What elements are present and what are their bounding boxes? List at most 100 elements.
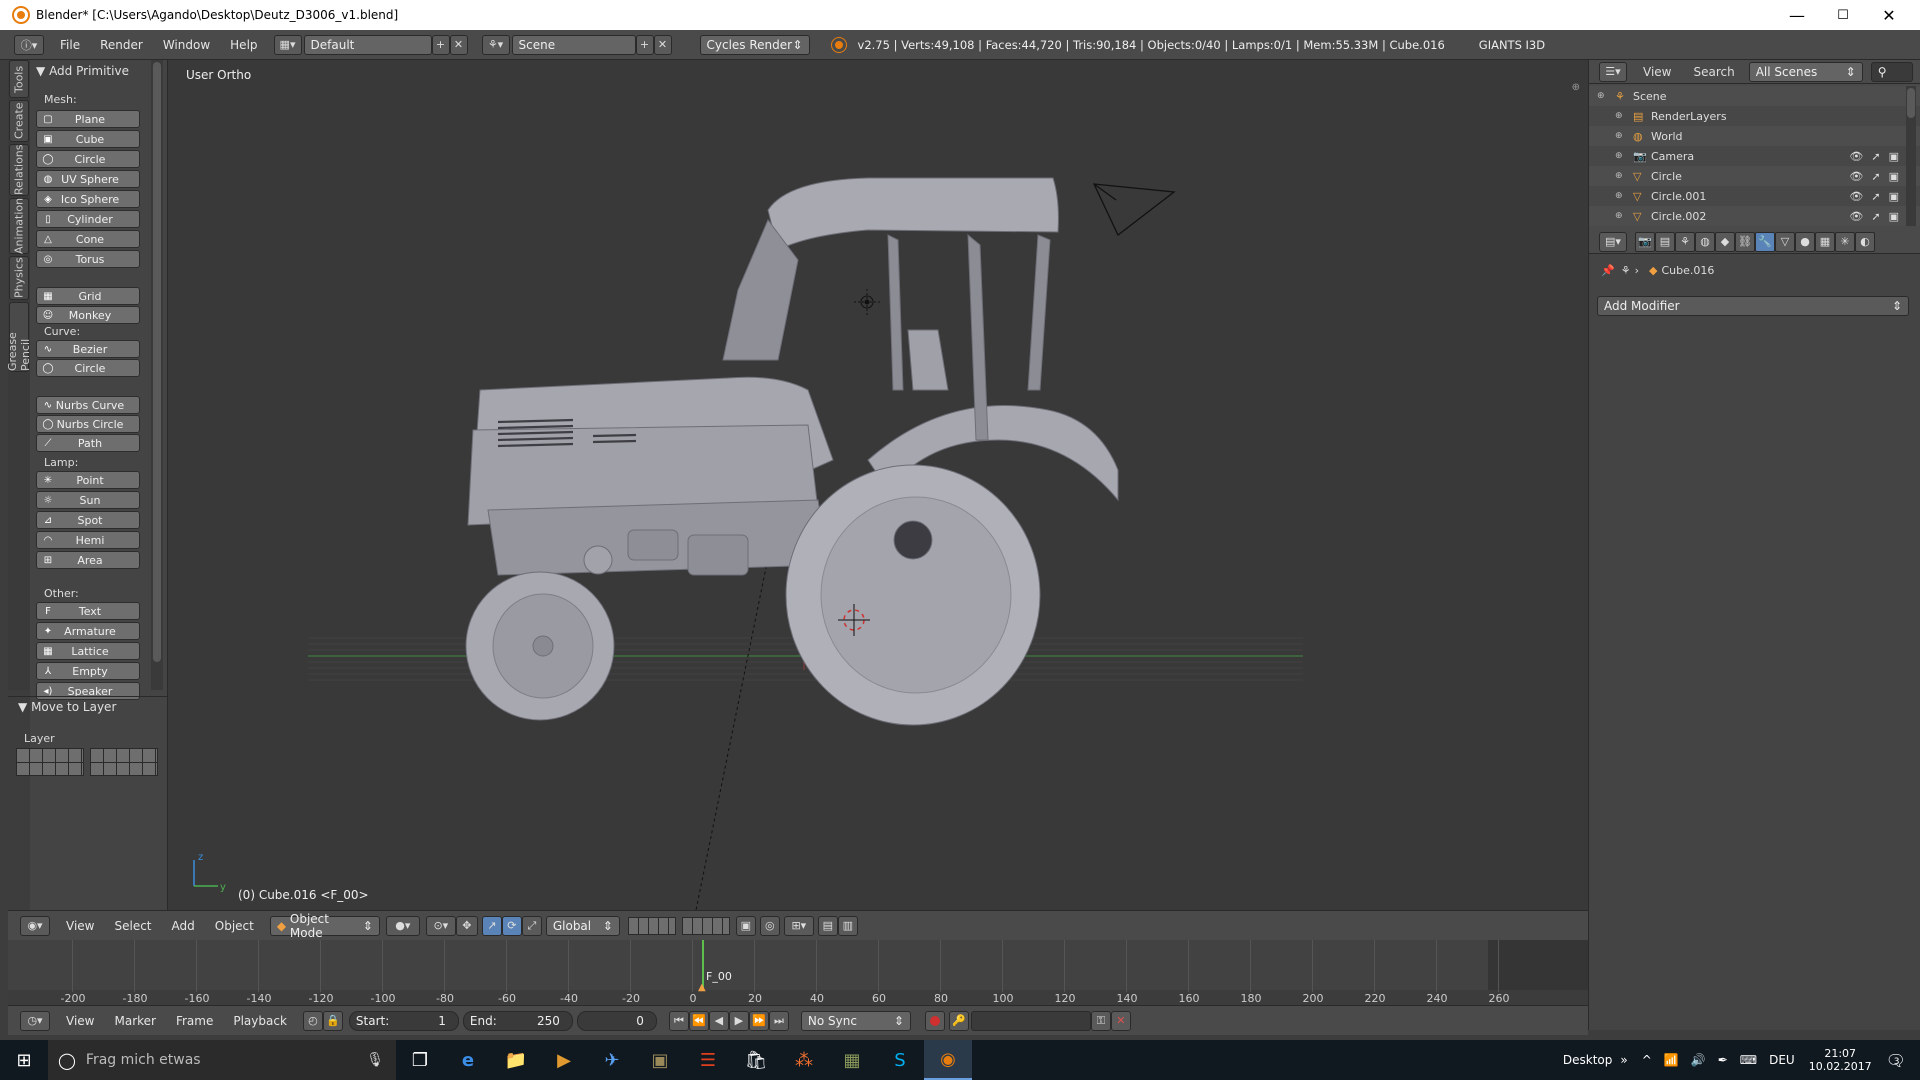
expand-toggle-icon[interactable]: ⊕ <box>1615 211 1627 221</box>
texture-tab-icon[interactable]: ▦ <box>1815 231 1835 252</box>
filezilla-icon[interactable]: ☰ <box>684 1040 732 1080</box>
play-reverse-icon[interactable]: ◀ <box>708 1010 729 1031</box>
timeline-menu-frame[interactable]: Frame <box>166 1014 223 1028</box>
insert-keyframe-icon[interactable]: ⚿ <box>1090 1010 1111 1031</box>
windows-start-icon[interactable]: ⊞ <box>0 1040 48 1080</box>
editor-type-timeline-icon[interactable]: ◷▾ <box>20 1010 50 1031</box>
scene-dropdown[interactable]: Scene <box>511 34 636 55</box>
add-scene-icon[interactable]: + <box>635 34 654 55</box>
microphone-icon[interactable]: 🎙 <box>366 1052 384 1068</box>
file-explorer-icon[interactable]: 📁 <box>492 1040 540 1080</box>
tab-grease-pencil[interactable]: Grease Pencil <box>6 302 32 372</box>
visibility-eye-icon[interactable]: 👁 <box>1849 150 1863 163</box>
toolshelf-scrollbar[interactable] <box>151 60 163 690</box>
view3d-menu-select[interactable]: Select <box>104 919 161 933</box>
nurbs-circle-button[interactable]: ◯ Nurbs Circle <box>36 415 140 433</box>
farming-sim-icon[interactable]: ▦ <box>828 1040 876 1080</box>
tab-physics[interactable]: Physics <box>9 256 29 300</box>
timeline-menu-marker[interactable]: Marker <box>104 1014 165 1028</box>
monkey-button[interactable]: ☺ Monkey <box>36 306 140 324</box>
expand-toggle-icon[interactable]: ⊕ <box>1615 111 1627 121</box>
editor-type-info-icon[interactable]: ⓘ▾ <box>14 34 44 55</box>
game-launcher-icon[interactable]: ▣ <box>636 1040 684 1080</box>
scene-selector-icon[interactable]: ⚘▾ <box>481 34 510 55</box>
editor-type-3d-icon[interactable]: ◉▾ <box>20 915 50 936</box>
add-modifier-dropdown[interactable]: Add Modifier ⇕ <box>1597 296 1909 316</box>
circle-button[interactable]: ◯ Circle <box>36 359 140 377</box>
armature-button[interactable]: ✦ Armature <box>36 622 140 640</box>
tab-animation[interactable]: Animation <box>9 198 29 254</box>
data-tab-icon[interactable]: ▽ <box>1775 231 1795 252</box>
circle-button[interactable]: ◯ Circle <box>36 150 140 168</box>
start-frame-field[interactable]: Start: 1 <box>348 1010 459 1031</box>
empty-button[interactable]: ⅄ Empty <box>36 662 140 680</box>
screen-layout-icon[interactable]: ▦▾ <box>273 34 302 55</box>
layer-block[interactable] <box>90 748 158 776</box>
nurbs-curve-button[interactable]: ∿ Nurbs Curve <box>36 396 140 414</box>
area-button[interactable]: ⊞ Area <box>36 551 140 569</box>
minimize-button[interactable]: — <box>1774 0 1820 30</box>
media-player-icon[interactable]: ▶ <box>540 1040 588 1080</box>
scale-manipulator-icon[interactable]: ⤢ <box>521 915 542 936</box>
particles-tab-icon[interactable]: ✳ <box>1835 231 1855 252</box>
scene-tab-icon[interactable]: ⚘ <box>1675 231 1695 252</box>
expand-toggle-icon[interactable]: ⊕ <box>1615 151 1627 161</box>
outliner-row[interactable]: ⊕ ◍ World <box>1589 126 1920 146</box>
active-keying-set-field[interactable] <box>970 1010 1091 1031</box>
maximize-button[interactable]: ☐ <box>1820 0 1866 30</box>
volume-icon[interactable]: 🔊 <box>1691 1053 1706 1067</box>
preview-range-icon[interactable]: ◴ <box>302 1010 323 1031</box>
speaker-button[interactable]: ◂) Speaker <box>36 682 140 700</box>
cube-button[interactable]: ▣ Cube <box>36 130 140 148</box>
selectability-cursor-icon[interactable]: ➚ <box>1871 150 1880 163</box>
menu-render[interactable]: Render <box>90 38 153 52</box>
menu-file[interactable]: File <box>50 38 90 52</box>
tab-create[interactable]: Create <box>9 100 29 142</box>
timeline-menu-view[interactable]: View <box>56 1014 104 1028</box>
editor-type-outliner-icon[interactable]: ☰▾ <box>1599 61 1627 82</box>
show-hidden-icons-chevron-icon[interactable]: ^ <box>1642 1053 1652 1067</box>
spot-button[interactable]: ⊿ Spot <box>36 511 140 529</box>
play-icon[interactable]: ▶ <box>728 1010 749 1031</box>
outliner-row[interactable]: ⊕ ▽ Circle.002 👁 ➚ ▣ <box>1589 206 1920 226</box>
selectability-cursor-icon[interactable]: ➚ <box>1871 190 1880 203</box>
menu-help[interactable]: Help <box>220 38 267 52</box>
orientation-dropdown[interactable]: Global ⇕ <box>545 915 620 936</box>
delete-keyframe-icon[interactable]: ✕ <box>1110 1010 1131 1031</box>
store-icon[interactable]: 🛍 <box>732 1040 780 1080</box>
view3d-menu-view[interactable]: View <box>56 919 104 933</box>
outliner-row[interactable]: ⊕ ▽ Circle.001 👁 ➚ ▣ <box>1589 186 1920 206</box>
chevron-double-right-icon[interactable]: » <box>1620 1053 1627 1067</box>
expand-toggle-icon[interactable]: ⊕ <box>1597 91 1609 101</box>
language-indicator[interactable]: DEU <box>1769 1053 1795 1067</box>
physics-tab-icon[interactable]: ◐ <box>1855 231 1875 252</box>
visibility-eye-icon[interactable]: 👁 <box>1849 190 1863 203</box>
lattice-button[interactable]: ▦ Lattice <box>36 642 140 660</box>
layout-dropdown[interactable]: Default <box>303 34 432 55</box>
renderability-camera-icon[interactable]: ▣ <box>1889 210 1899 223</box>
mail-app-icon[interactable]: ✈ <box>588 1040 636 1080</box>
timeline[interactable]: -200 -180 -160 -140 -120 -100 -80 -60 -40 -20 0 20 4… <box>8 940 1588 1010</box>
giants-i3d-label[interactable]: GIANTS I3D <box>1479 38 1545 52</box>
edge-browser-icon[interactable]: e <box>444 1040 492 1080</box>
proportional-edit-icon[interactable]: ◎ <box>759 915 780 936</box>
keyboard-icon[interactable]: ⌨ <box>1740 1053 1757 1067</box>
material-tab-icon[interactable]: ● <box>1795 231 1815 252</box>
renderability-camera-icon[interactable]: ▣ <box>1889 190 1899 203</box>
pivot-point-icon[interactable]: ⊙▾ <box>425 915 456 936</box>
lock-layers-icon[interactable]: ▣ <box>735 915 756 936</box>
network-icon[interactable]: 📶 <box>1664 1053 1679 1067</box>
clock[interactable]: 21:07 10.02.2017 <box>1809 1047 1872 1073</box>
selectability-cursor-icon[interactable]: ➚ <box>1871 210 1880 223</box>
desktop-toolbar-label[interactable]: Desktop <box>1563 1053 1613 1067</box>
skype-icon[interactable]: S <box>876 1040 924 1080</box>
cone-button[interactable]: △ Cone <box>36 230 140 248</box>
shading-mode-icon[interactable]: ●▾ <box>385 915 420 936</box>
manipulator-toggle-icon[interactable]: ✥ <box>455 915 478 936</box>
sync-dropdown[interactable]: No Sync ⇕ <box>800 1010 911 1031</box>
display-mode-dropdown[interactable]: All Scenes ⇕ <box>1748 61 1863 82</box>
outliner-scrollbar[interactable] <box>1906 86 1916 226</box>
jump-end-icon[interactable]: ⏭ <box>768 1010 789 1031</box>
timeline-menu-playback[interactable]: Playback <box>223 1014 297 1028</box>
bezier-button[interactable]: ∿ Bezier <box>36 340 140 358</box>
